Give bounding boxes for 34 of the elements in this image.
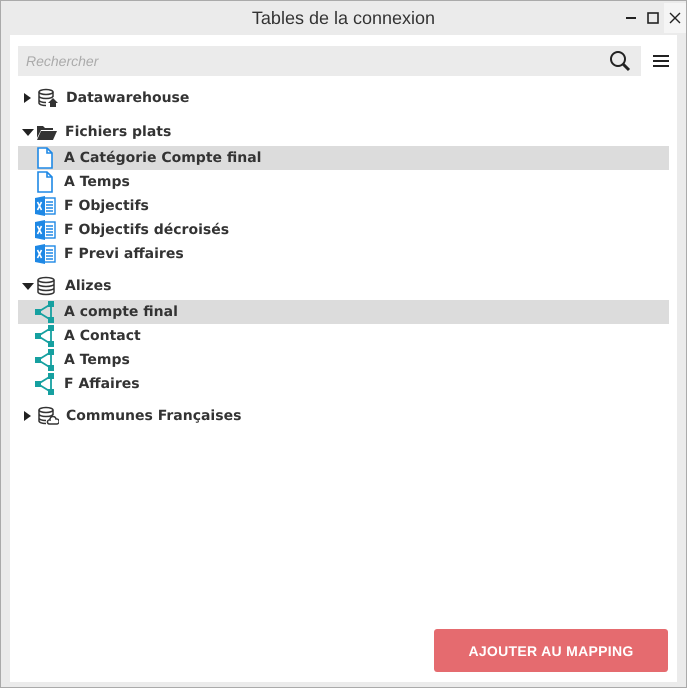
tree-item[interactable]: A Catégorie Compte final xyxy=(18,146,669,170)
tree-item[interactable]: A Temps xyxy=(18,348,669,372)
close-icon[interactable] xyxy=(664,3,686,33)
database-icon xyxy=(37,88,59,108)
tree-item[interactable]: F Affaires xyxy=(18,372,669,396)
database-icon xyxy=(36,276,58,296)
folder-icon xyxy=(36,123,58,141)
search-icon[interactable] xyxy=(609,50,631,72)
menu-icon[interactable] xyxy=(653,54,669,68)
collapse-arrow-icon[interactable] xyxy=(22,282,34,290)
tree-node-label[interactable]: Datawarehouse xyxy=(66,90,190,106)
file-icon xyxy=(34,171,56,193)
tree-node-label[interactable]: Communes Françaises xyxy=(66,408,242,424)
diagram-icon xyxy=(34,301,56,323)
expand-arrow-icon[interactable] xyxy=(24,411,31,421)
tree-node-label[interactable]: Alizes xyxy=(65,278,112,294)
file-icon xyxy=(34,147,56,169)
expand-arrow-icon[interactable] xyxy=(24,93,31,103)
tree-node-label[interactable]: Fichiers plats xyxy=(65,124,172,140)
diagram-icon xyxy=(34,373,56,395)
database-icon xyxy=(37,406,59,426)
tree-item[interactable]: A Contact xyxy=(18,324,669,348)
diagram-icon xyxy=(34,349,56,371)
spreadsheet-icon xyxy=(34,219,56,241)
spreadsheet-icon xyxy=(34,195,56,217)
diagram-icon xyxy=(34,325,56,347)
tree-item[interactable]: F Objectifs xyxy=(18,194,669,218)
search-field[interactable]: Rechercher xyxy=(18,46,641,76)
tree-item[interactable]: F Previ affaires xyxy=(18,242,669,266)
tree-item[interactable]: F Objectifs décroisés xyxy=(18,218,669,242)
tree-item[interactable]: A compte final xyxy=(18,300,669,324)
tree-item[interactable]: A Temps xyxy=(18,170,669,194)
window-title: Tables de la connexion xyxy=(252,8,436,28)
spreadsheet-icon xyxy=(34,243,56,265)
